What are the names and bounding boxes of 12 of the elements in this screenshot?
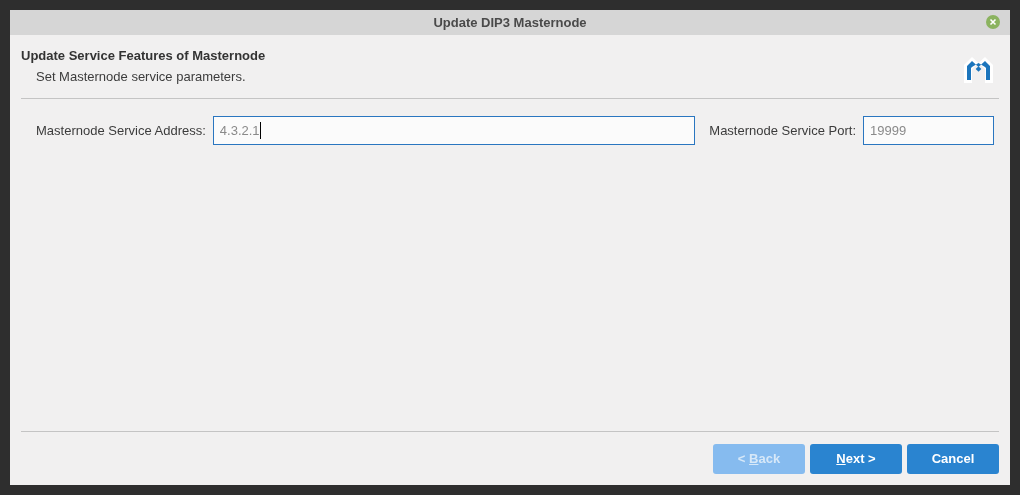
field-label: Masternode Service Port: [709, 121, 856, 140]
wizard-button[interactable]: Next > [810, 444, 902, 474]
logo-icon [964, 57, 993, 83]
field-label: Masternode Service Address: [36, 121, 206, 140]
close-button[interactable] [986, 15, 1000, 29]
page-title: Update Service Features of Masternode [21, 47, 266, 65]
input-field[interactable]: 4.3.2.1 [212, 116, 696, 145]
window-title: Update DIP3 Masternode [433, 13, 587, 32]
page-subtitle: Set Masternode service parameters. [35, 67, 247, 86]
close-icon [989, 18, 997, 26]
input-field[interactable]: 19999 [863, 116, 994, 145]
wizard-button[interactable]: Cancel [907, 444, 999, 474]
